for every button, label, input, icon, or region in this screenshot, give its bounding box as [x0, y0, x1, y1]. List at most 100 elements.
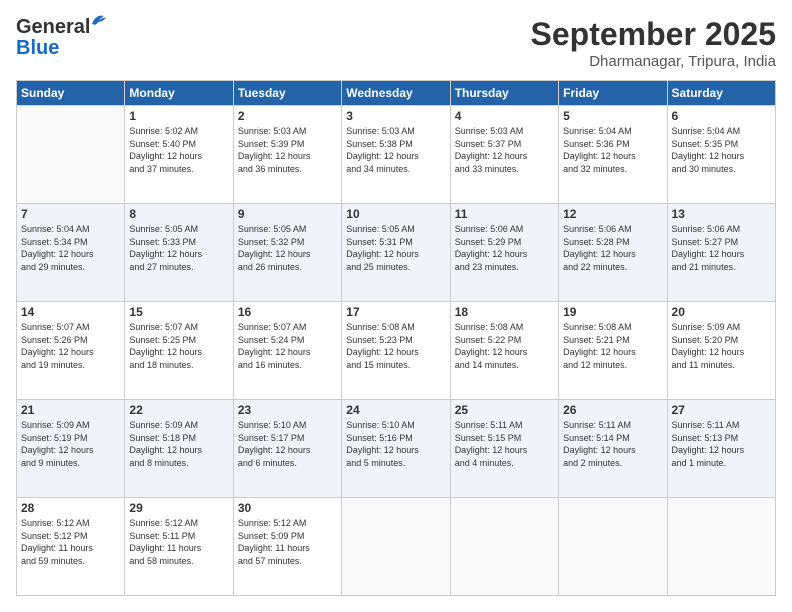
table-row: 18Sunrise: 5:08 AM Sunset: 5:22 PM Dayli… — [450, 302, 558, 400]
day-number: 9 — [238, 207, 337, 221]
day-number: 23 — [238, 403, 337, 417]
page-header: General Blue September 2025 Dharmanagar,… — [16, 16, 776, 70]
day-number: 24 — [346, 403, 445, 417]
table-row: 11 Sunrise: 5:06 AM Sunset: 5:29 PM Dayli… — [450, 204, 558, 302]
table-row: 1Sunrise: 5:02 AM Sunset: 5:40 PM Daylig… — [125, 106, 233, 204]
table-row: 30 Sunrise: 5:12 AM Sunset: 5:09 PM Dayli… — [233, 498, 341, 596]
col-monday: Monday — [125, 81, 233, 106]
table-row: 21Sunrise: 5:09 AM Sunset: 5:19 PM Dayli… — [17, 400, 125, 498]
table-row: 2 Sunrise: 5:03 AM Sunset: 5:39 PM Daylig… — [233, 106, 341, 204]
day-info: Sunrise: 5:06 AM Sunset: 5:27 PM Dayligh… — [672, 223, 771, 273]
day-number: 16 — [238, 305, 337, 319]
table-row: 13 Sunrise: 5:06 AM Sunset: 5:27 PM Dayli… — [667, 204, 775, 302]
table-row: 7 Sunrise: 5:04 AM Sunset: 5:34 PM Daylig… — [17, 204, 125, 302]
day-number: 8 — [129, 207, 228, 221]
day-info: Sunrise: 5:12 AM Sunset: 5:09 PM Dayligh… — [238, 517, 337, 567]
table-row: 9 Sunrise: 5:05 AM Sunset: 5:32 PM Daylig… — [233, 204, 341, 302]
day-info: Sunrise: 5:04 AM Sunset: 5:36 PM Dayligh… — [563, 125, 662, 175]
col-thursday: Thursday — [450, 81, 558, 106]
logo: General Blue — [16, 16, 90, 60]
header-row: Sunday Monday Tuesday Wednesday Thursday… — [17, 81, 776, 106]
day-info: Sunrise: 5:09 AM Sunset: 5:18 PM Dayligh… — [129, 419, 228, 469]
col-tuesday: Tuesday — [233, 81, 341, 106]
table-row: 3 Sunrise: 5:03 AM Sunset: 5:38 PM Daylig… — [342, 106, 450, 204]
table-row: 25Sunrise: 5:11 AM Sunset: 5:15 PM Dayli… — [450, 400, 558, 498]
day-info: Sunrise: 5:06 AM Sunset: 5:28 PM Dayligh… — [563, 223, 662, 273]
day-info: Sunrise: 5:05 AM Sunset: 5:31 PM Dayligh… — [346, 223, 445, 273]
day-number: 13 — [672, 207, 771, 221]
table-row: 15 Sunrise: 5:07 AM Sunset: 5:25 PM Dayli… — [125, 302, 233, 400]
table-row: 26 Sunrise: 5:11 AM Sunset: 5:14 PM Dayli… — [559, 400, 667, 498]
calendar-table: Sunday Monday Tuesday Wednesday Thursday… — [16, 80, 776, 596]
table-row: 17 Sunrise: 5:08 AM Sunset: 5:23 PM Dayli… — [342, 302, 450, 400]
day-number: 27 — [672, 403, 771, 417]
title-block: September 2025 Dharmanagar, Tripura, Ind… — [531, 16, 776, 70]
table-row: 5 Sunrise: 5:04 AM Sunset: 5:36 PM Daylig… — [559, 106, 667, 204]
day-info: Sunrise: 5:02 AM Sunset: 5:40 PM Dayligh… — [129, 125, 228, 175]
day-info: Sunrise: 5:09 AM Sunset: 5:20 PM Dayligh… — [672, 321, 771, 371]
table-row: 16 Sunrise: 5:07 AM Sunset: 5:24 PM Dayli… — [233, 302, 341, 400]
table-row: 20Sunrise: 5:09 AM Sunset: 5:20 PM Dayli… — [667, 302, 775, 400]
day-info: Sunrise: 5:04 AM Sunset: 5:35 PM Dayligh… — [672, 125, 771, 175]
day-number: 26 — [563, 403, 662, 417]
logo-blue: Blue — [16, 37, 59, 60]
day-info: Sunrise: 5:04 AM Sunset: 5:34 PM Dayligh… — [21, 223, 120, 273]
day-info: Sunrise: 5:03 AM Sunset: 5:39 PM Dayligh… — [238, 125, 337, 175]
day-number: 22 — [129, 403, 228, 417]
day-info: Sunrise: 5:06 AM Sunset: 5:29 PM Dayligh… — [455, 223, 554, 273]
day-number: 7 — [21, 207, 120, 221]
table-row: 23Sunrise: 5:10 AM Sunset: 5:17 PM Dayli… — [233, 400, 341, 498]
table-row — [667, 498, 775, 596]
col-saturday: Saturday — [667, 81, 775, 106]
day-number: 17 — [346, 305, 445, 319]
col-sunday: Sunday — [17, 81, 125, 106]
table-row: 22 Sunrise: 5:09 AM Sunset: 5:18 PM Dayli… — [125, 400, 233, 498]
day-info: Sunrise: 5:08 AM Sunset: 5:22 PM Dayligh… — [455, 321, 554, 371]
table-row: 14 Sunrise: 5:07 AM Sunset: 5:26 PM Dayli… — [17, 302, 125, 400]
table-row — [559, 498, 667, 596]
table-row: 24Sunrise: 5:10 AM Sunset: 5:16 PM Dayli… — [342, 400, 450, 498]
day-number: 3 — [346, 109, 445, 123]
table-row: 6 Sunrise: 5:04 AM Sunset: 5:35 PM Daylig… — [667, 106, 775, 204]
day-number: 29 — [129, 501, 228, 515]
table-row: 8 Sunrise: 5:05 AM Sunset: 5:33 PM Daylig… — [125, 204, 233, 302]
table-row — [17, 106, 125, 204]
day-number: 19 — [563, 305, 662, 319]
day-number: 5 — [563, 109, 662, 123]
day-number: 2 — [238, 109, 337, 123]
day-number: 4 — [455, 109, 554, 123]
logo-bird-icon — [90, 12, 108, 28]
day-info: Sunrise: 5:08 AM Sunset: 5:23 PM Dayligh… — [346, 321, 445, 371]
day-info: Sunrise: 5:05 AM Sunset: 5:33 PM Dayligh… — [129, 223, 228, 273]
day-number: 28 — [21, 501, 120, 515]
day-number: 25 — [455, 403, 554, 417]
location: Dharmanagar, Tripura, India — [531, 53, 776, 70]
table-row: 19 Sunrise: 5:08 AM Sunset: 5:21 PM Dayli… — [559, 302, 667, 400]
month-title: September 2025 — [531, 16, 776, 53]
day-info: Sunrise: 5:11 AM Sunset: 5:14 PM Dayligh… — [563, 419, 662, 469]
table-row — [342, 498, 450, 596]
day-info: Sunrise: 5:07 AM Sunset: 5:24 PM Dayligh… — [238, 321, 337, 371]
day-info: Sunrise: 5:05 AM Sunset: 5:32 PM Dayligh… — [238, 223, 337, 273]
day-number: 12 — [563, 207, 662, 221]
table-row: 4 Sunrise: 5:03 AM Sunset: 5:37 PM Daylig… — [450, 106, 558, 204]
day-number: 15 — [129, 305, 228, 319]
day-info: Sunrise: 5:09 AM Sunset: 5:19 PM Dayligh… — [21, 419, 120, 469]
day-info: Sunrise: 5:03 AM Sunset: 5:37 PM Dayligh… — [455, 125, 554, 175]
day-number: 6 — [672, 109, 771, 123]
day-info: Sunrise: 5:07 AM Sunset: 5:26 PM Dayligh… — [21, 321, 120, 371]
day-info: Sunrise: 5:12 AM Sunset: 5:11 PM Dayligh… — [129, 517, 228, 567]
day-number: 30 — [238, 501, 337, 515]
table-row: 10Sunrise: 5:05 AM Sunset: 5:31 PM Dayli… — [342, 204, 450, 302]
day-info: Sunrise: 5:08 AM Sunset: 5:21 PM Dayligh… — [563, 321, 662, 371]
day-info: Sunrise: 5:12 AM Sunset: 5:12 PM Dayligh… — [21, 517, 120, 567]
table-row: 28 Sunrise: 5:12 AM Sunset: 5:12 PM Dayli… — [17, 498, 125, 596]
logo-general: General — [16, 16, 90, 38]
table-row: 27Sunrise: 5:11 AM Sunset: 5:13 PM Dayli… — [667, 400, 775, 498]
day-number: 11 — [455, 207, 554, 221]
col-friday: Friday — [559, 81, 667, 106]
day-info: Sunrise: 5:03 AM Sunset: 5:38 PM Dayligh… — [346, 125, 445, 175]
table-row: 12 Sunrise: 5:06 AM Sunset: 5:28 PM Dayli… — [559, 204, 667, 302]
day-info: Sunrise: 5:07 AM Sunset: 5:25 PM Dayligh… — [129, 321, 228, 371]
day-number: 14 — [21, 305, 120, 319]
